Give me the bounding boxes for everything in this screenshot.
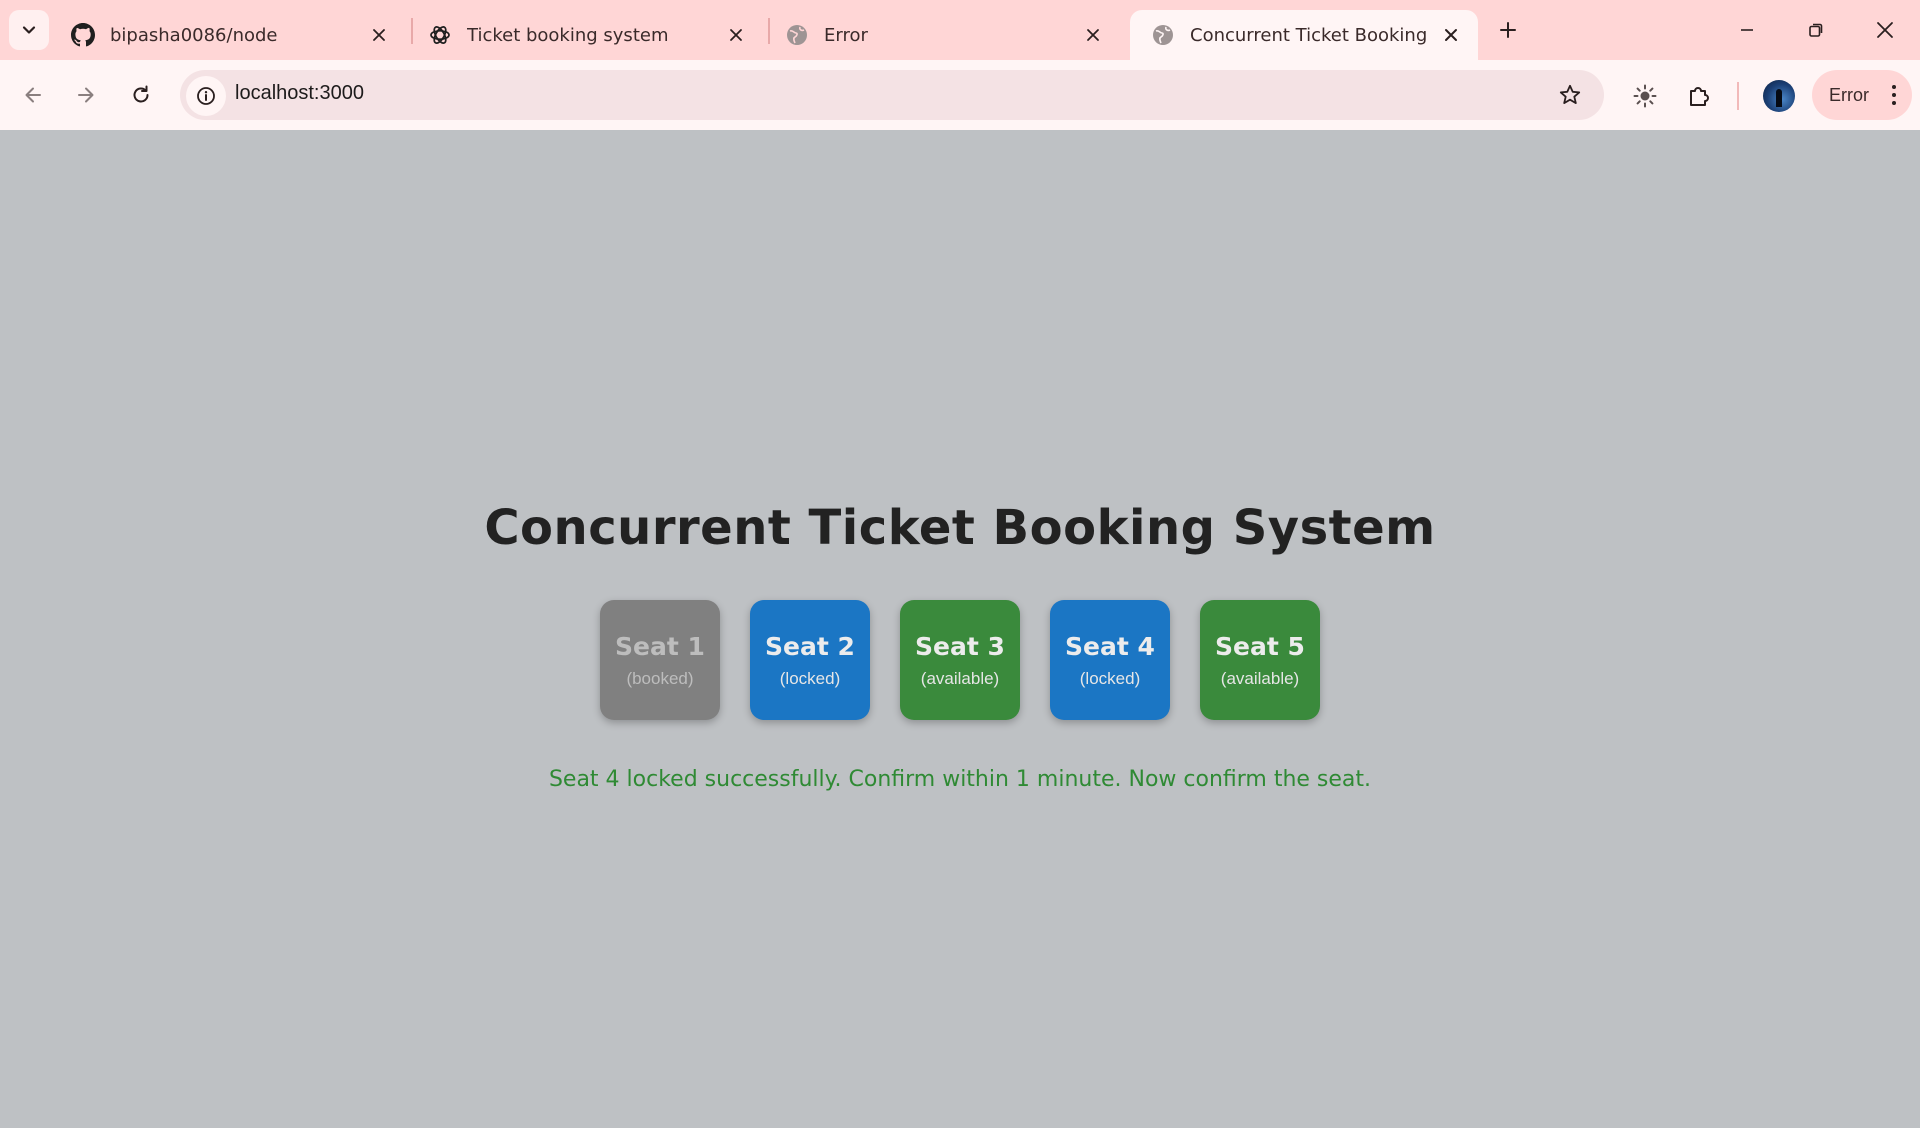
tab-strip: bipasha0086/node Ticket booking system E [0,0,1920,60]
tab-search-button[interactable] [9,10,49,50]
status-message: Seat 4 locked successfully. Confirm with… [548,767,1372,792]
reload-button[interactable] [123,77,159,113]
restore-button[interactable] [1793,8,1839,52]
page-title: Concurrent Ticket Booking System [484,500,1436,556]
forward-button[interactable] [68,77,104,113]
arrow-right-icon [78,87,94,103]
theme-button[interactable] [1626,77,1664,115]
close-window-button[interactable] [1862,8,1908,52]
seat-status: (available) [920,668,1000,688]
tab-title: bipasha0086/node [110,24,278,46]
bookmark-button[interactable] [1552,77,1588,113]
close-icon[interactable] [723,22,749,48]
tab-github[interactable]: bipasha0086/node [50,10,406,60]
tab-concurrent-ticket-booking[interactable]: Concurrent Ticket Booking [1130,10,1478,60]
arrow-left-icon [25,87,41,103]
seat-status: (available) [1220,668,1300,688]
github-icon [70,22,96,48]
tab-error[interactable]: Error [764,10,1120,60]
seat-2-button[interactable]: Seat 2 (locked) [750,600,870,720]
seat-status: (locked) [1079,668,1141,688]
seat-status: (booked) [626,668,694,688]
new-tab-button[interactable] [1490,12,1526,48]
avatar[interactable] [1763,80,1795,112]
plus-icon [1500,22,1516,38]
minimize-icon [1741,29,1753,31]
close-icon[interactable] [1080,22,1106,48]
back-button[interactable] [15,77,51,113]
star-icon [1559,84,1581,104]
seat-label: Seat 3 [915,631,1005,661]
globe-icon [1150,22,1176,48]
info-icon [197,87,215,105]
tab-title: Error [824,24,868,46]
url-text[interactable]: localhost:3000 [235,82,364,105]
close-icon[interactable] [366,22,392,48]
extensions-button[interactable] [1680,77,1718,115]
close-icon[interactable] [1438,22,1464,48]
profile-error-chip[interactable]: Error [1812,70,1912,120]
seat-3-button[interactable]: Seat 3 (available) [900,600,1020,720]
globe-icon [784,22,810,48]
tab-ticket-booking-system[interactable]: Ticket booking system [407,10,763,60]
restore-icon [1809,23,1823,37]
tab-title: Concurrent Ticket Booking [1190,24,1428,46]
seat-label: Seat 2 [765,631,855,661]
toolbar-divider [1737,82,1739,110]
chevron-down-icon [22,26,36,34]
puzzle-icon [1690,87,1709,106]
tab-title: Ticket booking system [467,24,669,46]
reload-icon [133,85,149,103]
seat-1-button: Seat 1 (booked) [600,600,720,720]
page-viewport: Concurrent Ticket Booking System Seat 1 … [0,130,1920,1128]
seat-label: Seat 4 [1065,631,1155,661]
profile-error-label: Error [1829,84,1869,105]
address-bar[interactable] [180,70,1604,120]
seat-4-button[interactable]: Seat 4 (locked) [1050,600,1170,720]
minimize-button[interactable] [1724,8,1770,52]
openai-icon [427,22,453,48]
seat-label: Seat 5 [1215,631,1305,661]
seat-5-button[interactable]: Seat 5 (available) [1200,600,1320,720]
sun-icon [1633,84,1657,108]
seat-label: Seat 1 [615,631,705,661]
seat-status: (locked) [779,668,841,688]
site-info-button[interactable] [186,76,226,116]
close-icon [1877,22,1893,38]
more-vertical-icon [1892,85,1896,105]
